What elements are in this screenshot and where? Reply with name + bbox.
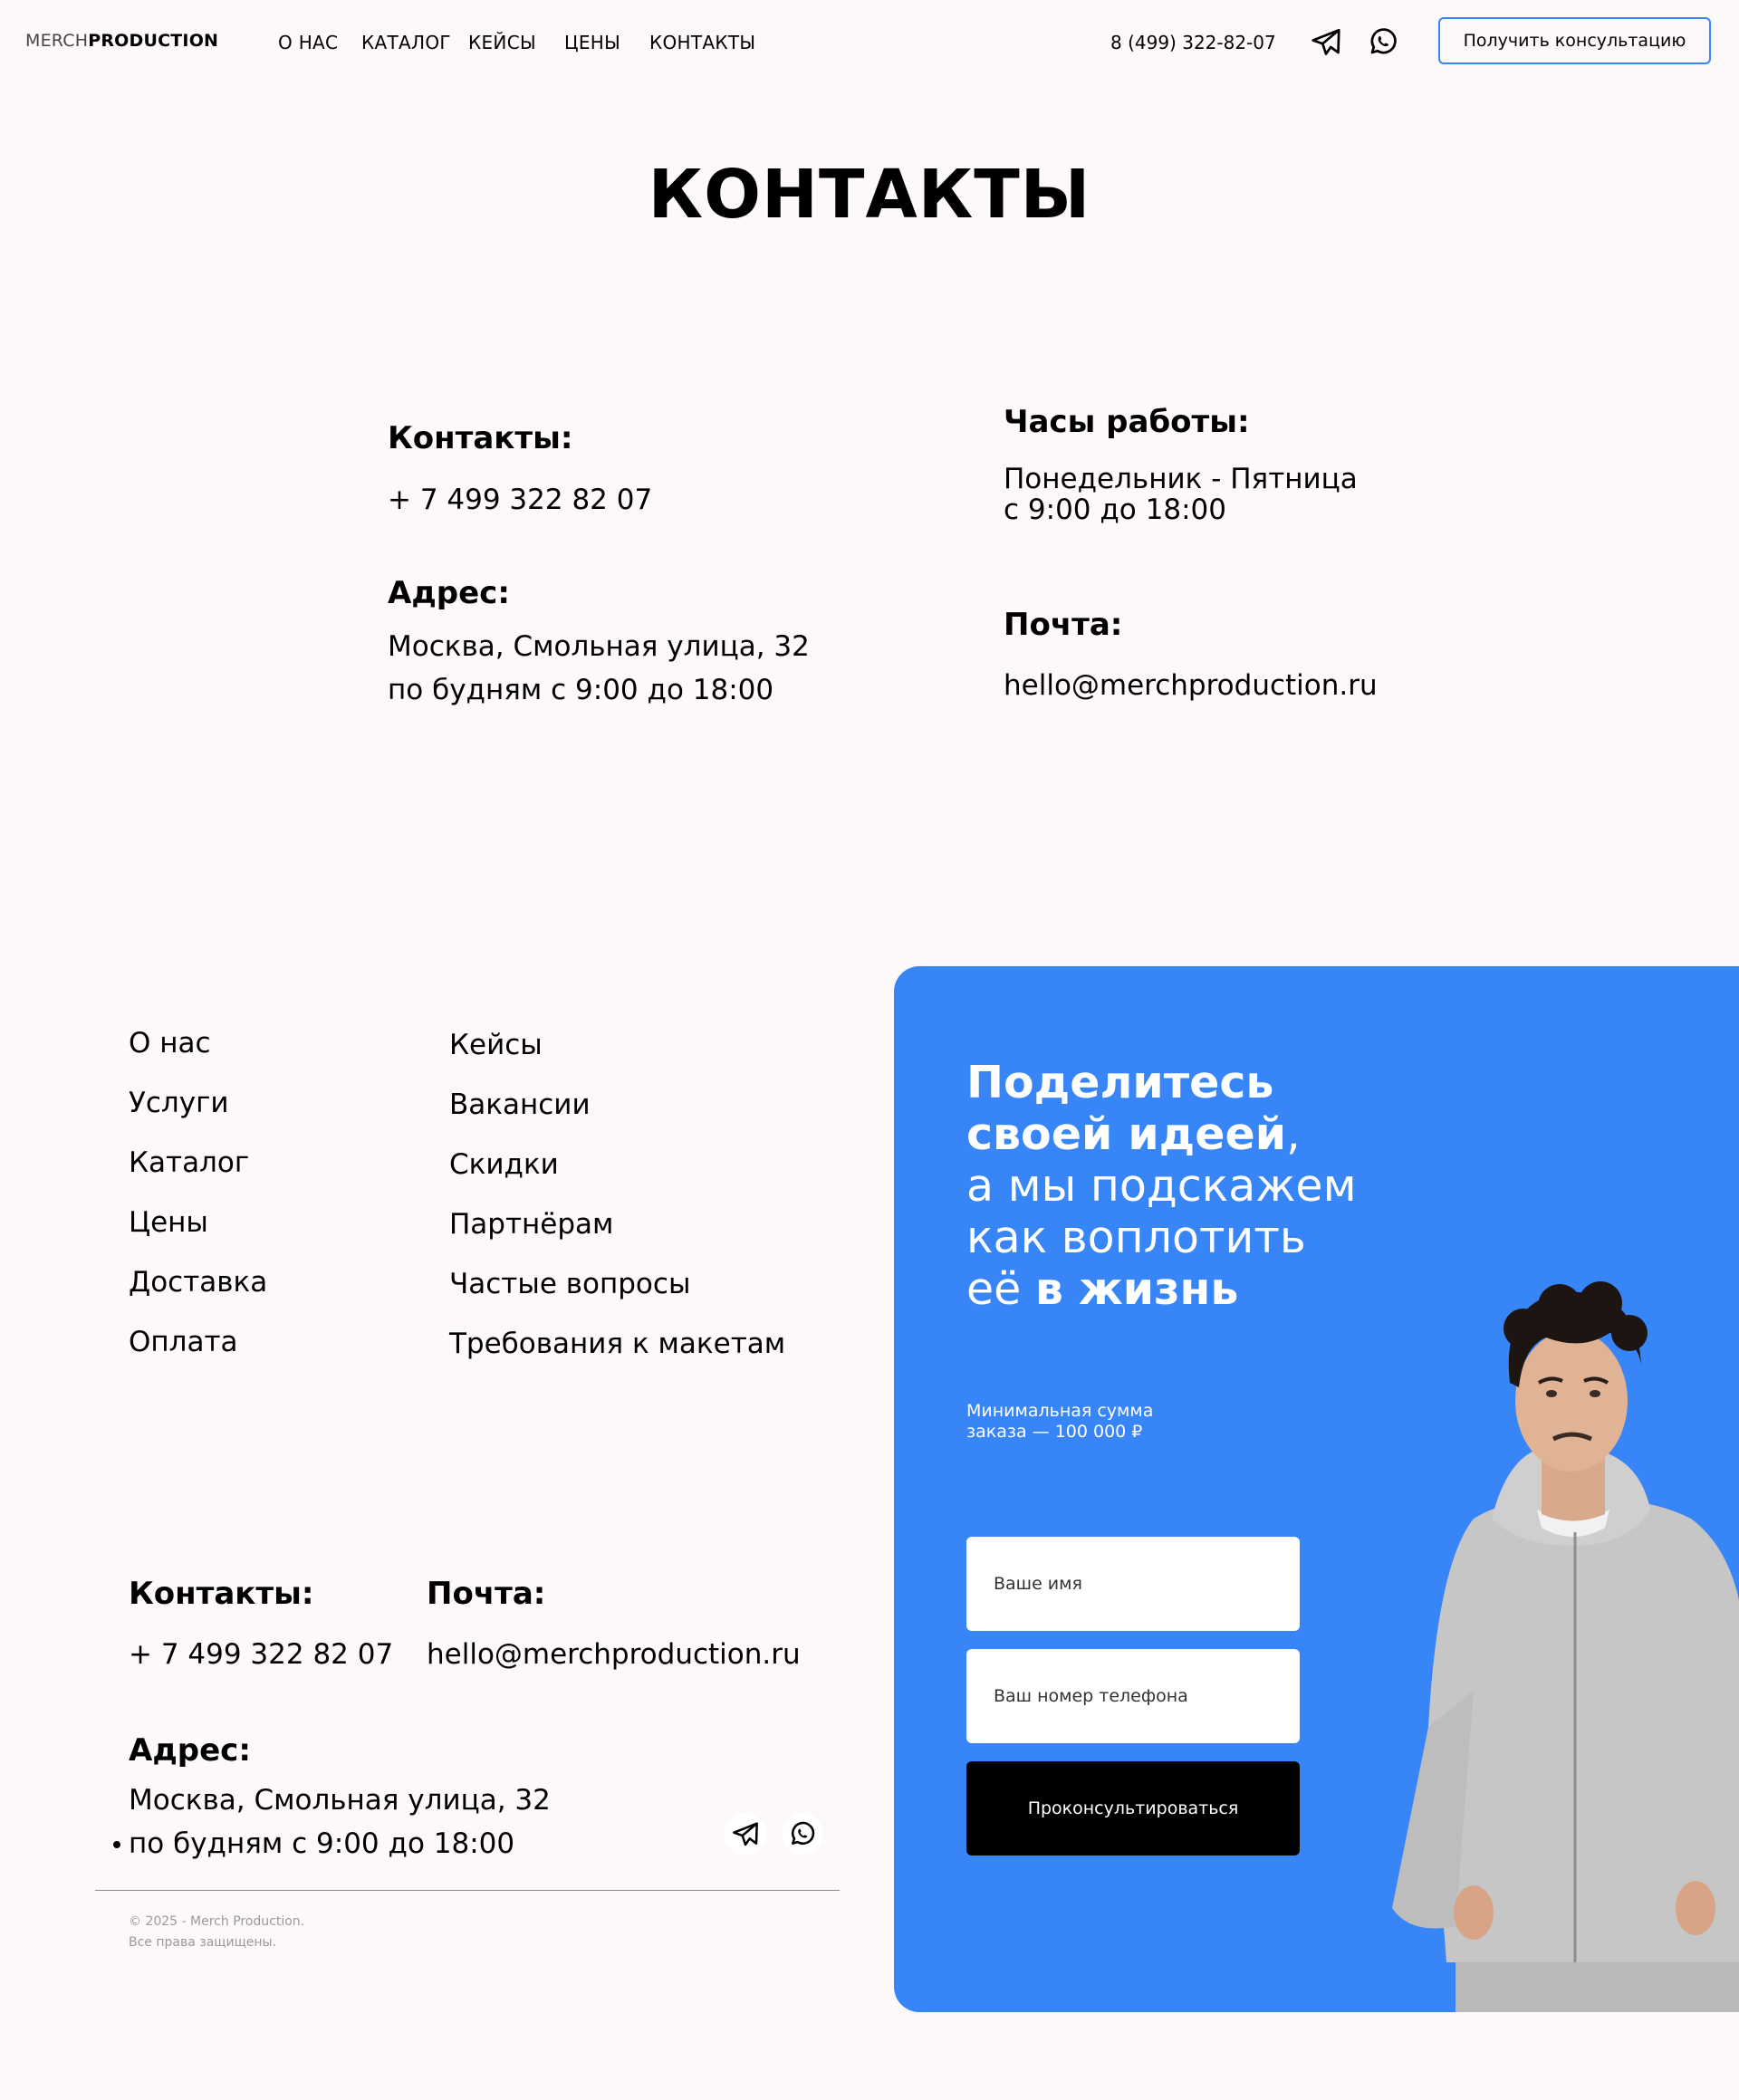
title-normal-3: её <box>966 1263 1035 1315</box>
panel-title: Поделитесь своей идеей, а мы подскажем к… <box>966 1057 1357 1315</box>
nav-prices[interactable]: ЦЕНЫ <box>564 32 620 53</box>
phone-input[interactable] <box>966 1649 1300 1743</box>
contacts-heading: Контакты: <box>388 420 573 456</box>
min-order-note: Минимальная сумма заказа — 100 000 ₽ <box>966 1401 1154 1442</box>
footer-link-payment[interactable]: Оплата <box>129 1326 238 1358</box>
whatsapp-icon[interactable] <box>1367 25 1399 58</box>
footer-contacts-heading: Контакты: <box>129 1576 314 1612</box>
get-consultation-button[interactable]: Получить консультацию <box>1438 17 1711 64</box>
footer-whatsapp-icon[interactable] <box>782 1813 823 1855</box>
consultation-panel: Поделитесь своей идеей, а мы подскажем к… <box>894 966 1739 2012</box>
nav-cases[interactable]: КЕЙСЫ <box>468 32 536 53</box>
address-heading: Адрес: <box>388 575 510 611</box>
title-bold-3: в жизнь <box>1034 1263 1239 1315</box>
footer-divider <box>95 1890 840 1891</box>
hours-heading: Часы работы: <box>1004 404 1250 440</box>
contacts-email[interactable]: hello@merchproduction.ru <box>1004 665 1378 707</box>
contacts-page: MERCHPRODUCTION О НАС КАТАЛОГ КЕЙСЫ ЦЕНЫ… <box>0 0 1739 2100</box>
logo[interactable]: MERCHPRODUCTION <box>25 31 218 51</box>
model-photo <box>1392 1281 1739 2012</box>
footer-link-delivery[interactable]: Доставка <box>129 1266 267 1299</box>
footer-telegram-icon[interactable] <box>725 1813 766 1855</box>
title-bold-2: своей идеей <box>966 1108 1287 1160</box>
header-phone[interactable]: 8 (499) 322-82-07 <box>1110 32 1276 53</box>
footer-link-faq[interactable]: Частые вопросы <box>449 1268 690 1300</box>
schedule-text: по будням с 9:00 до 18:00 <box>388 674 774 706</box>
consult-submit-button[interactable]: Проконсультироваться <box>966 1761 1300 1855</box>
title-normal-2: как воплотить <box>966 1212 1306 1263</box>
footer-link-prices[interactable]: Цены <box>129 1206 208 1239</box>
telegram-icon[interactable] <box>1310 25 1342 58</box>
footer-email[interactable]: hello@merchproduction.ru <box>427 1634 801 1676</box>
bullet-dot <box>113 1841 120 1848</box>
footer-address: Москва, Смольная улица, 32 <box>129 1784 551 1817</box>
footer-link-discounts[interactable]: Скидки <box>449 1148 559 1181</box>
copyright-line-1: © 2025 - Merch Production. <box>129 1914 305 1929</box>
footer-address-heading: Адрес: <box>129 1732 251 1769</box>
logo-light: MERCH <box>25 31 89 51</box>
contacts-phone[interactable]: + 7 499 322 82 07 <box>388 479 652 522</box>
footer-email-heading: Почта: <box>427 1576 546 1612</box>
footer-link-partners[interactable]: Партнёрам <box>449 1208 613 1241</box>
title-bold-1: Поделитесь <box>966 1057 1274 1108</box>
hours-days: Понедельник - Пятница <box>1004 463 1358 495</box>
footer-link-vacancies[interactable]: Вакансии <box>449 1088 591 1121</box>
footer-link-about[interactable]: О нас <box>129 1027 211 1060</box>
title-normal-1: а мы подскажем <box>966 1160 1357 1212</box>
name-input[interactable] <box>966 1537 1300 1631</box>
footer-link-services[interactable]: Услуги <box>129 1087 229 1119</box>
footer-phone[interactable]: + 7 499 322 82 07 <box>129 1634 393 1676</box>
page-title: КОНТАКТЫ <box>648 156 1091 234</box>
nav-about[interactable]: О НАС <box>278 32 338 53</box>
address-text: Москва, Смольная улица, 32 <box>388 630 810 663</box>
nav-catalog[interactable]: КАТАЛОГ <box>361 32 451 53</box>
footer-schedule: по будням с 9:00 до 18:00 <box>129 1827 515 1860</box>
nav-contacts[interactable]: КОНТАКТЫ <box>649 32 755 53</box>
footer-link-layout-requirements[interactable]: Требования к макетам <box>449 1328 785 1360</box>
title-comma: , <box>1286 1108 1301 1160</box>
site-header: MERCHPRODUCTION О НАС КАТАЛОГ КЕЙСЫ ЦЕНЫ… <box>0 0 1739 83</box>
footer-link-catalog[interactable]: Каталог <box>129 1146 249 1179</box>
copyright: © 2025 - Merch Production. Все права защ… <box>129 1912 304 1953</box>
hours-time: с 9:00 до 18:00 <box>1004 494 1226 526</box>
copyright-line-2: Все права защищены. <box>129 1935 277 1950</box>
footer-link-cases[interactable]: Кейсы <box>449 1029 543 1061</box>
email-heading: Почта: <box>1004 607 1123 643</box>
logo-bold: PRODUCTION <box>88 31 219 51</box>
